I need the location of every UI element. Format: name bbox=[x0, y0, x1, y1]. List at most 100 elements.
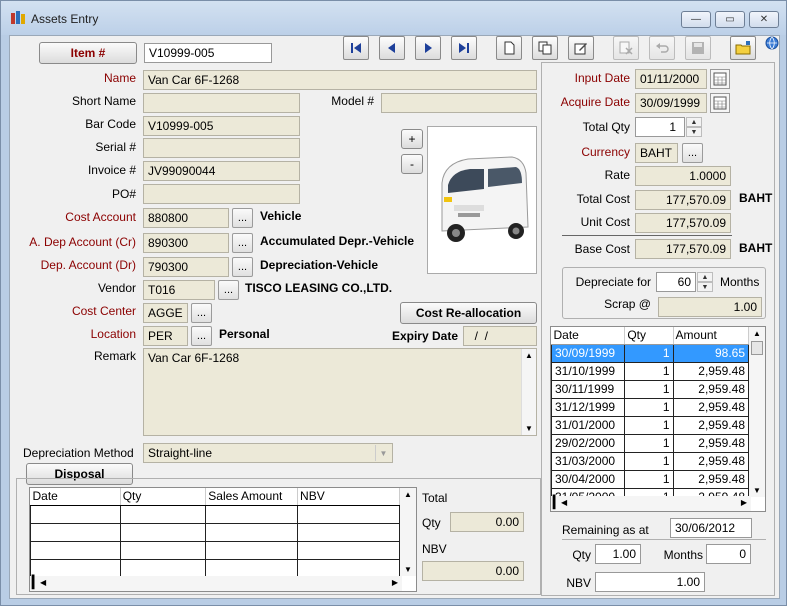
disposal-grid[interactable]: Date Qty Sales Amount NBV ▲ ▼ ▎ ◀ ▶ bbox=[29, 487, 417, 592]
remove-image-button[interactable]: - bbox=[401, 154, 423, 174]
edit-record-button[interactable] bbox=[568, 36, 594, 60]
dep-account-lookup-button[interactable]: ... bbox=[232, 257, 253, 277]
open-folder-button[interactable] bbox=[730, 36, 756, 60]
copy-record-button[interactable] bbox=[532, 36, 558, 60]
total-cost-label: Total Cost bbox=[576, 192, 630, 206]
bar-code-field[interactable]: V10999-005 bbox=[143, 116, 300, 136]
acc-dep-account-field[interactable]: 890300 bbox=[143, 233, 229, 253]
table-row[interactable]: 30/11/1999 1 2,959.48 bbox=[551, 379, 750, 399]
undo-button[interactable] bbox=[649, 36, 675, 60]
input-date-field[interactable]: 01/11/2000 bbox=[635, 69, 707, 89]
acquire-date-field[interactable]: 30/09/1999 bbox=[635, 93, 707, 113]
table-row[interactable]: 30/04/2000 1 2,959.48 bbox=[551, 469, 750, 489]
table-row[interactable]: 30/09/1999 1 98.65 bbox=[551, 343, 750, 363]
currency-lookup-button[interactable]: ... bbox=[682, 143, 703, 163]
previous-record-button[interactable] bbox=[379, 36, 405, 60]
depreciation-schedule-grid[interactable]: Date Qty Amount 30/09/1999 1 98.65 31/10/1999… bbox=[550, 326, 766, 512]
months-unit-label: Months bbox=[720, 275, 760, 289]
disposal-qty-field[interactable]: 0.00 bbox=[450, 512, 524, 532]
table-row[interactable]: 31/03/2000 1 2,959.48 bbox=[551, 451, 750, 471]
short-name-label: Short Name bbox=[71, 94, 136, 108]
globe-help-icon[interactable] bbox=[765, 36, 779, 50]
unit-cost-field[interactable]: 177,570.09 bbox=[635, 213, 731, 233]
scroll-up-icon: ▲ bbox=[404, 490, 412, 499]
table-cell: 31/01/2000 bbox=[551, 415, 626, 435]
save-button[interactable] bbox=[685, 36, 711, 60]
vendor-lookup-button[interactable]: ... bbox=[218, 280, 239, 300]
item-number-button[interactable]: Item # bbox=[39, 42, 137, 64]
delete-record-button[interactable] bbox=[613, 36, 639, 60]
remaining-nbv-field[interactable]: 1.00 bbox=[595, 572, 705, 592]
model-field[interactable] bbox=[381, 93, 537, 113]
acc-dep-account-lookup-button[interactable]: ... bbox=[232, 233, 253, 253]
table-row[interactable]: 31/10/1999 1 2,959.48 bbox=[551, 361, 750, 381]
item-number-field[interactable]: V10999-005 bbox=[144, 43, 272, 63]
maximize-button[interactable]: ▭ bbox=[715, 11, 745, 28]
scroll-thumb[interactable] bbox=[751, 341, 763, 355]
dep-account-field[interactable]: 790300 bbox=[143, 257, 229, 277]
depreciate-for-spinner[interactable]: ▲ ▼ bbox=[697, 272, 713, 292]
last-record-button[interactable] bbox=[451, 36, 477, 60]
next-record-button[interactable] bbox=[415, 36, 441, 60]
disposal-header-cell[interactable]: Sales Amount bbox=[205, 488, 299, 506]
first-record-button[interactable] bbox=[343, 36, 369, 60]
serial-field[interactable] bbox=[143, 138, 300, 158]
disposal-header-cell[interactable]: Date bbox=[30, 488, 121, 506]
table-row[interactable] bbox=[30, 522, 400, 542]
total-qty-spinner[interactable]: ▲ ▼ bbox=[686, 117, 702, 137]
table-row[interactable] bbox=[30, 558, 400, 578]
cost-center-lookup-button[interactable]: ... bbox=[191, 303, 212, 323]
depreciate-for-field[interactable]: 60 bbox=[656, 272, 696, 292]
short-name-field[interactable] bbox=[143, 93, 300, 113]
undo-icon bbox=[656, 43, 669, 53]
schedule-header-cell[interactable]: Amount bbox=[673, 327, 750, 345]
expiry-date-label: Expiry Date bbox=[391, 329, 458, 343]
scrap-field[interactable]: 1.00 bbox=[658, 297, 762, 317]
cost-account-field[interactable]: 880800 bbox=[143, 208, 229, 228]
table-row[interactable]: 29/02/2000 1 2,959.48 bbox=[551, 433, 750, 453]
minimize-button[interactable]: — bbox=[681, 11, 711, 28]
rate-field[interactable]: 1.0000 bbox=[635, 166, 731, 186]
expiry-date-field[interactable]: / / bbox=[463, 326, 537, 346]
cost-center-field[interactable]: AGGE bbox=[143, 303, 188, 323]
cost-reallocation-button[interactable]: Cost Re-allocation bbox=[400, 302, 537, 324]
table-cell: 1 bbox=[624, 469, 674, 489]
remark-scrollbar[interactable]: ▲ ▼ bbox=[521, 349, 536, 435]
add-image-button[interactable]: + bbox=[401, 129, 423, 149]
schedule-header-cell[interactable]: Qty bbox=[624, 327, 674, 345]
table-row[interactable]: 31/01/2000 1 2,959.48 bbox=[551, 415, 750, 435]
vendor-field[interactable]: T016 bbox=[143, 280, 215, 300]
location-lookup-button[interactable]: ... bbox=[191, 326, 212, 346]
remark-textarea[interactable]: Van Car 6F-1268 ▲ ▼ bbox=[143, 348, 537, 436]
disposal-hscroll[interactable]: ▎ ◀ ▶ bbox=[30, 575, 402, 591]
table-cell: 1 bbox=[624, 433, 674, 453]
remaining-qty-field[interactable]: 1.00 bbox=[595, 544, 641, 564]
table-row[interactable] bbox=[30, 540, 400, 560]
table-row[interactable]: 31/12/1999 1 2,959.48 bbox=[551, 397, 750, 417]
remaining-date-field[interactable]: 30/06/2012 bbox=[670, 518, 752, 538]
currency-field[interactable]: BAHT bbox=[635, 143, 678, 163]
table-row[interactable] bbox=[30, 504, 400, 524]
schedule-vscroll[interactable]: ▲ ▼ bbox=[749, 327, 765, 497]
base-cost-field[interactable]: 177,570.09 bbox=[635, 239, 731, 259]
schedule-hscroll[interactable]: ▎ ◀ ▶ bbox=[551, 495, 751, 511]
total-qty-field[interactable]: 1 bbox=[635, 117, 685, 137]
disposal-nbv-field[interactable]: 0.00 bbox=[422, 561, 524, 581]
disposal-header-cell[interactable]: Qty bbox=[120, 488, 207, 506]
input-date-calendar-button[interactable] bbox=[710, 69, 730, 89]
disposal-header-cell[interactable]: NBV bbox=[297, 488, 400, 506]
acquire-date-calendar-button[interactable] bbox=[710, 93, 730, 113]
schedule-header-cell[interactable]: Date bbox=[551, 327, 626, 345]
location-field[interactable]: PER bbox=[143, 326, 188, 346]
disposal-vscroll[interactable]: ▲ ▼ bbox=[400, 488, 416, 576]
remaining-months-field[interactable]: 0 bbox=[706, 544, 751, 564]
close-button[interactable]: ✕ bbox=[749, 11, 779, 28]
cost-account-lookup-button[interactable]: ... bbox=[232, 208, 253, 228]
po-field[interactable] bbox=[143, 184, 300, 204]
dep-method-select[interactable]: Straight-line ▼ bbox=[143, 443, 393, 463]
invoice-field[interactable]: JV99090044 bbox=[143, 161, 300, 181]
new-record-button[interactable] bbox=[496, 36, 522, 60]
name-field[interactable]: Van Car 6F-1268 bbox=[143, 70, 537, 90]
invoice-label: Invoice # bbox=[87, 163, 136, 177]
total-cost-field[interactable]: 177,570.09 bbox=[635, 190, 731, 210]
